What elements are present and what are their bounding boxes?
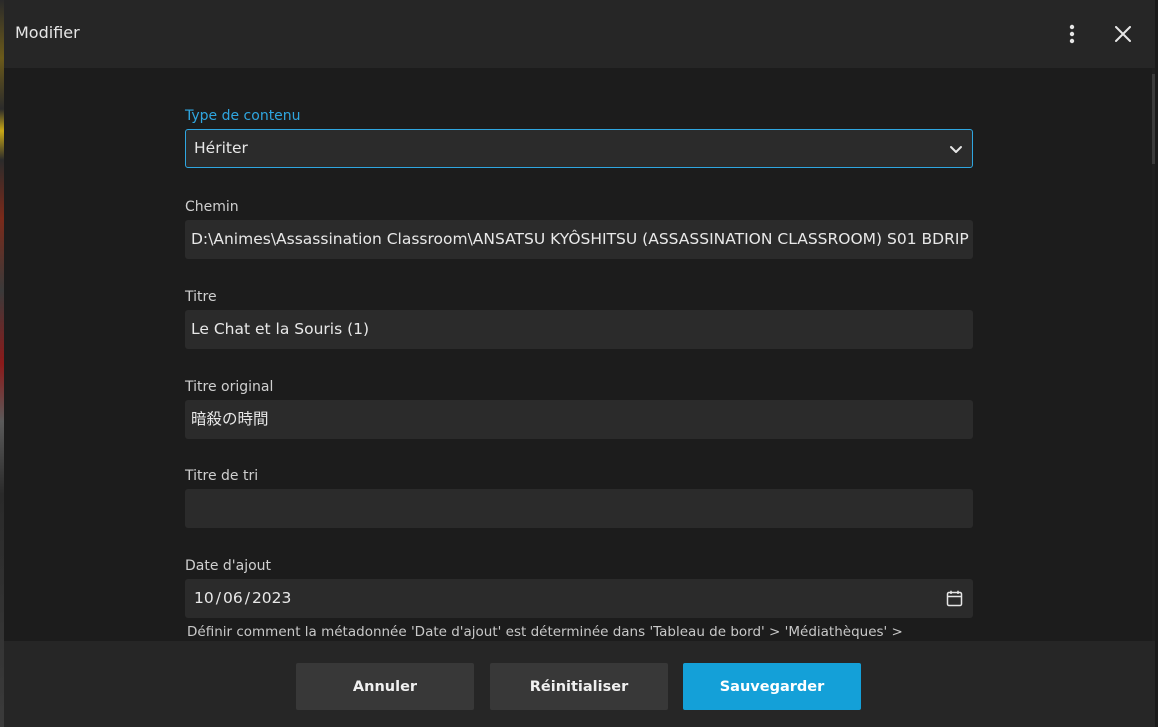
- date-parts: 10/06/2023: [194, 589, 291, 607]
- chevron-down-icon: [950, 146, 962, 153]
- path-input[interactable]: D:\Animes\Assassination Classroom\ANSATS…: [185, 220, 973, 259]
- date-separator: /: [244, 589, 250, 607]
- close-icon: [1115, 26, 1131, 42]
- sort-title-input[interactable]: [185, 489, 973, 528]
- date-month[interactable]: 06: [223, 579, 243, 618]
- title-input[interactable]: Le Chat et la Souris (1): [185, 310, 973, 349]
- date-day[interactable]: 10: [194, 579, 214, 618]
- date-added-field: Date d'ajout 10/06/2023: [185, 557, 973, 618]
- date-added-help-text: Définir comment la métadonnée 'Date d'aj…: [187, 624, 903, 640]
- original-title-input[interactable]: 暗殺の時間: [185, 400, 973, 439]
- dialog-title: Modifier: [15, 23, 80, 42]
- date-year[interactable]: 2023: [252, 579, 291, 618]
- sort-title-field: Titre de tri: [185, 467, 973, 528]
- cancel-button[interactable]: Annuler: [296, 663, 474, 710]
- content-type-field: Type de contenu Hériter: [185, 107, 973, 168]
- sort-title-label: Titre de tri: [185, 468, 259, 484]
- original-title-field: Titre original 暗殺の時間: [185, 378, 973, 439]
- save-button[interactable]: Sauvegarder: [683, 663, 861, 710]
- date-separator: /: [215, 589, 221, 607]
- original-title-label: Titre original: [185, 379, 274, 395]
- dialog-header: Modifier: [4, 0, 1155, 68]
- close-button[interactable]: [1105, 16, 1141, 52]
- edit-metadata-dialog: Modifier Type de contenu Hériter Chemin …: [4, 0, 1155, 727]
- reset-button[interactable]: Réinitialiser: [490, 663, 668, 710]
- path-field: Chemin D:\Animes\Assassination Classroom…: [185, 198, 973, 259]
- path-label: Chemin: [185, 199, 239, 215]
- form-scroll-area[interactable]: Type de contenu Hériter Chemin D:\Animes…: [4, 68, 1155, 641]
- more-options-button[interactable]: [1054, 16, 1090, 52]
- content-type-label: Type de contenu: [185, 108, 301, 124]
- calendar-icon[interactable]: [946, 590, 963, 607]
- dialog-footer: Annuler Réinitialiser Sauvegarder: [4, 641, 1155, 727]
- date-added-label: Date d'ajout: [185, 558, 272, 574]
- content-type-value: Hériter: [194, 139, 248, 157]
- title-field: Titre Le Chat et la Souris (1): [185, 288, 973, 349]
- date-added-input[interactable]: 10/06/2023: [185, 579, 973, 618]
- more-vertical-icon: [1069, 24, 1075, 44]
- title-label: Titre: [185, 289, 217, 305]
- content-type-select[interactable]: Hériter: [185, 129, 973, 168]
